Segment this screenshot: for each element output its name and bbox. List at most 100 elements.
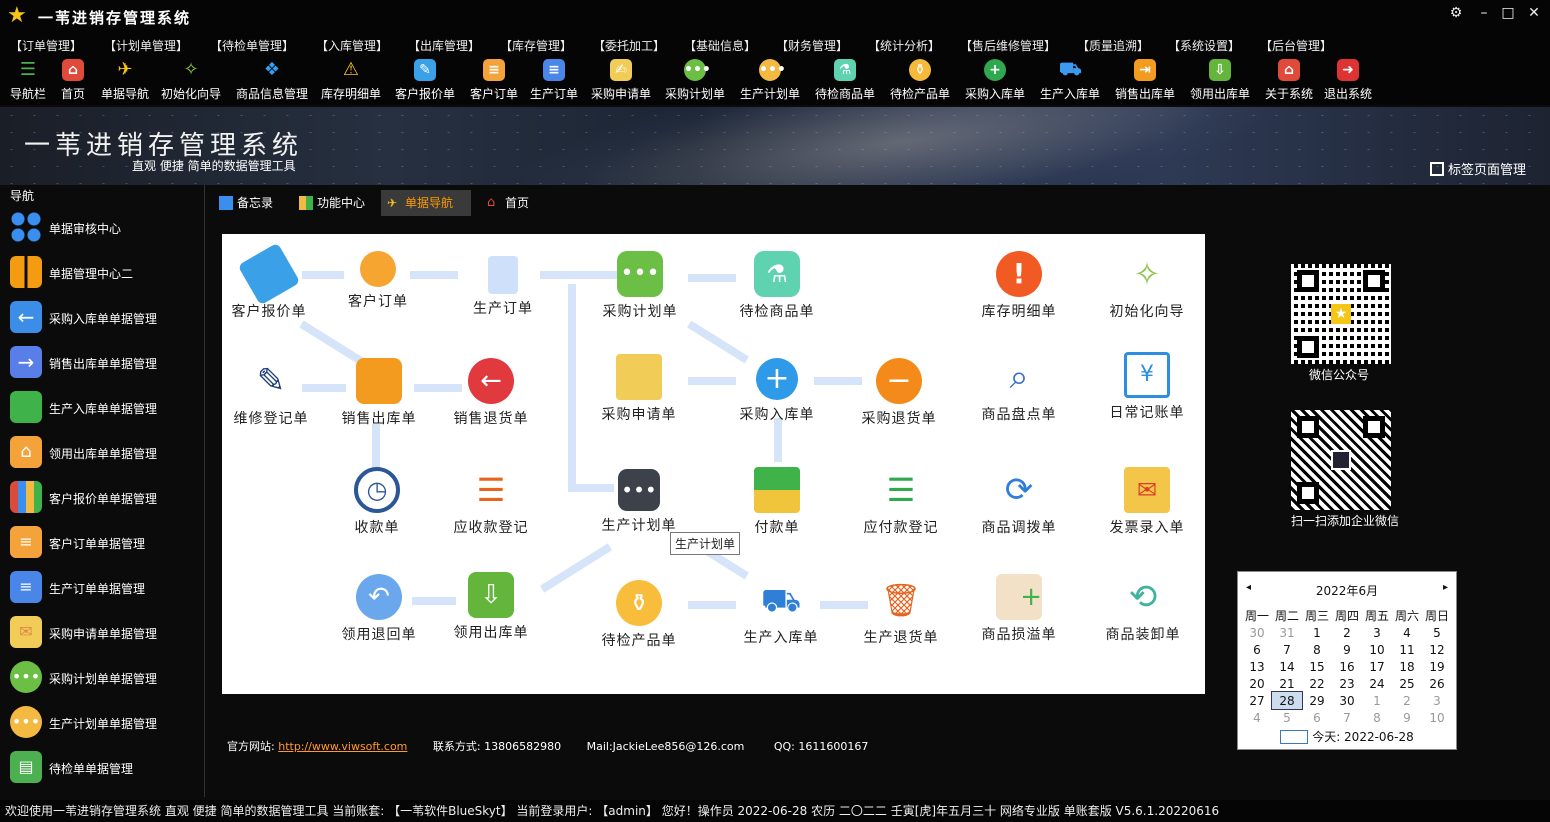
- sidebar-item-production-plan[interactable]: ••• 生产计划单单据管理: [8, 702, 203, 742]
- calendar-day[interactable]: 8: [1362, 709, 1392, 726]
- menu-admin[interactable]: 【后台管理】: [1260, 37, 1332, 54]
- calendar-day[interactable]: 3: [1362, 624, 1392, 641]
- close-button[interactable]: ✕: [1524, 5, 1544, 21]
- node-invoice[interactable]: ✉ 发票录入单: [1092, 467, 1202, 537]
- sidebar-item-customer-order[interactable]: ≡ 客户订单单据管理: [8, 522, 203, 562]
- toolbar-nav-button[interactable]: ☰ 导航栏: [8, 59, 48, 105]
- calendar-day-selected[interactable]: 28: [1271, 691, 1303, 710]
- calendar-day[interactable]: 5: [1422, 624, 1452, 641]
- calendar-day[interactable]: 30: [1332, 692, 1362, 709]
- node-daily-bookkeeping[interactable]: ¥ 日常记账单: [1092, 352, 1202, 422]
- node-transfer[interactable]: ⟳ 商品调拨单: [964, 467, 1074, 537]
- node-purchase-return[interactable]: − 采购退货单: [844, 358, 954, 428]
- calendar-day[interactable]: 15: [1302, 658, 1332, 675]
- calendar-day[interactable]: 6: [1242, 641, 1272, 658]
- node-sales-return[interactable]: ← 销售退货单: [436, 358, 546, 428]
- sidebar-item-inspect[interactable]: ▤ 待检单单据管理: [8, 747, 203, 787]
- calendar-day[interactable]: 14: [1272, 658, 1302, 675]
- node-receivable[interactable]: ☰ 应收款登记: [436, 467, 546, 537]
- calendar-day[interactable]: 27: [1242, 692, 1272, 709]
- node-init-wizard[interactable]: ✧ 初始化向导: [1092, 251, 1202, 321]
- calendar-day[interactable]: 30: [1242, 624, 1272, 641]
- toolbar-purchase-request-button[interactable]: ✍ 采购申请单: [588, 59, 654, 105]
- sidebar-item-audit-center[interactable]: 单据审核中心: [8, 207, 203, 247]
- node-production-plan[interactable]: ••• 生产计划单: [584, 469, 694, 535]
- node-purchase-in[interactable]: + 采购入库单: [722, 358, 832, 424]
- tab-manager-button[interactable]: 标签页面管理: [1430, 159, 1526, 178]
- calendar-day[interactable]: 6: [1302, 709, 1332, 726]
- node-receipt[interactable]: ◷ 收款单: [322, 467, 432, 537]
- calendar-day[interactable]: 10: [1362, 641, 1392, 658]
- calendar-day[interactable]: 3: [1422, 692, 1452, 709]
- toolbar-purchase-plan-button[interactable]: ••• 采购计划单: [662, 59, 728, 105]
- calendar-day[interactable]: 2: [1332, 624, 1362, 641]
- minimize-button[interactable]: –: [1474, 5, 1494, 21]
- calendar-day[interactable]: 16: [1332, 658, 1362, 675]
- node-production-in[interactable]: ⛟ 生产入库单: [726, 577, 836, 647]
- calendar-day[interactable]: 29: [1302, 692, 1332, 709]
- toolbar-home-button[interactable]: ⌂ 首页: [56, 59, 90, 105]
- calendar-day[interactable]: 2: [1392, 692, 1422, 709]
- node-payable[interactable]: ☰ 应付款登记: [846, 467, 956, 537]
- menu-statistics[interactable]: 【统计分析】: [868, 37, 940, 54]
- node-payment[interactable]: 付款单: [722, 467, 832, 537]
- node-repair-register[interactable]: ✎ 维修登记单: [216, 358, 326, 428]
- menu-order[interactable]: 【订单管理】: [10, 37, 82, 54]
- sidebar-item-use-out[interactable]: ⌂ 领用出库单单据管理: [8, 432, 203, 472]
- sidebar-item-purchase-request[interactable]: ✉ 采购申请单单据管理: [8, 612, 203, 652]
- calendar-day[interactable]: 8: [1302, 641, 1332, 658]
- sidebar-item-doc-center-2[interactable]: 单据管理中心二: [8, 252, 203, 292]
- node-customer-quote[interactable]: 客户报价单: [214, 242, 324, 321]
- node-sales-out[interactable]: 销售出库单: [324, 358, 434, 428]
- node-production-return[interactable]: 🗑 生产退货单: [846, 577, 956, 647]
- node-use-out[interactable]: ⇩ 领用出库单: [436, 572, 546, 642]
- toolbar-production-plan-button[interactable]: ••• 生产计划单: [737, 59, 803, 105]
- toolbar-production-order-button[interactable]: ≡ 生产订单: [527, 59, 581, 105]
- calendar-day[interactable]: 7: [1332, 709, 1362, 726]
- menu-outsourcing[interactable]: 【委托加工】: [593, 37, 665, 54]
- calendar-next-button[interactable]: ▸: [1443, 582, 1448, 593]
- node-purchase-request[interactable]: 采购申请单: [584, 354, 694, 424]
- calendar-day[interactable]: 1: [1362, 692, 1392, 709]
- sidebar-item-quote[interactable]: 客户报价单单据管理: [8, 477, 203, 517]
- calendar-day[interactable]: 20: [1242, 675, 1272, 692]
- calendar-day[interactable]: 5: [1272, 709, 1302, 726]
- calendar-day[interactable]: 19: [1422, 658, 1452, 675]
- toolbar-customer-order-button[interactable]: ≡ 客户订单: [467, 59, 521, 105]
- tab-function-center[interactable]: 功能中心: [293, 190, 379, 216]
- toolbar-exit-button[interactable]: ➜ 退出系统: [1320, 59, 1376, 105]
- sidebar-item-sales-out[interactable]: → 销售出库单单据管理: [8, 342, 203, 382]
- calendar-day[interactable]: 25: [1392, 675, 1422, 692]
- node-product-inspect[interactable]: ⚱ 待检产品单: [584, 580, 694, 650]
- sidebar-item-production-in[interactable]: 生产入库单单据管理: [8, 387, 203, 427]
- calendar-day[interactable]: 18: [1392, 658, 1422, 675]
- calendar-day[interactable]: 17: [1362, 658, 1392, 675]
- sidebar-item-purchase-in[interactable]: ← 采购入库单单据管理: [8, 297, 203, 337]
- calendar-day[interactable]: 26: [1422, 675, 1452, 692]
- calendar-day[interactable]: 10: [1422, 709, 1452, 726]
- calendar-day[interactable]: 4: [1242, 709, 1272, 726]
- calendar-day[interactable]: 22: [1302, 675, 1332, 692]
- menu-after-sales[interactable]: 【售后维修管理】: [960, 37, 1056, 54]
- node-use-return[interactable]: ↶ 领用退回单: [324, 574, 434, 644]
- toolbar-quote-button[interactable]: ✎ 客户报价单: [393, 59, 457, 105]
- maximize-button[interactable]: □: [1498, 5, 1518, 21]
- menu-stock-out[interactable]: 【出库管理】: [408, 37, 480, 54]
- tab-doc-nav[interactable]: ✈ 单据导航: [381, 190, 471, 216]
- calendar-day[interactable]: 13: [1242, 658, 1272, 675]
- menu-quality[interactable]: 【质量追溯】: [1077, 37, 1149, 54]
- node-stocktake[interactable]: ⌕ 商品盘点单: [964, 354, 1074, 424]
- calendar-day[interactable]: 1: [1302, 624, 1332, 641]
- calendar-day[interactable]: 24: [1362, 675, 1392, 692]
- menu-inspect[interactable]: 【待检单管理】: [210, 37, 294, 54]
- toolbar-purchase-in-button[interactable]: + 采购入库单: [962, 59, 1028, 105]
- node-profit-loss[interactable]: + 商品损溢单: [964, 574, 1074, 644]
- node-goods-inspect[interactable]: ⚗ 待检商品单: [722, 251, 832, 321]
- node-customer-order[interactable]: 客户订单: [323, 251, 433, 311]
- toolbar-doc-nav-button[interactable]: ✈ 单据导航: [98, 59, 152, 105]
- node-stock-detail[interactable]: ! 库存明细单: [964, 251, 1074, 321]
- toolbar-production-in-button[interactable]: ⛟ 生产入库单: [1037, 59, 1103, 105]
- toolbar-sales-out-button[interactable]: ⇥ 销售出库单: [1112, 59, 1178, 105]
- node-production-order[interactable]: 生产订单: [448, 256, 558, 318]
- sidebar-item-purchase-plan[interactable]: ••• 采购计划单单据管理: [8, 657, 203, 697]
